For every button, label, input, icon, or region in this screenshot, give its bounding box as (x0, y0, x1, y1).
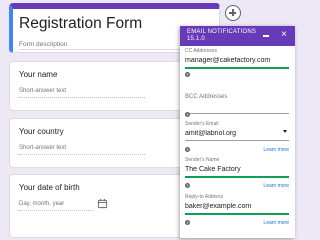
reply-to-input[interactable]: baker@example.com (185, 203, 289, 212)
close-icon[interactable]: × (281, 30, 287, 40)
reply-to-underline (185, 213, 289, 215)
panel-version: 15.1.0 (187, 36, 205, 42)
help-icon[interactable]: ? (185, 72, 190, 77)
cc-addresses-field[interactable]: CC Addresses manager@cakefactory.com (185, 48, 289, 69)
bcc-addresses-field[interactable]: BCC Addresses (185, 94, 289, 114)
question-label: Your country (19, 127, 64, 136)
bcc-addresses-label: BCC Addresses (185, 94, 228, 100)
learn-more-link[interactable]: Learn more (263, 220, 289, 226)
minimize-icon[interactable] (263, 35, 269, 37)
bcc-addresses-underline (185, 113, 289, 114)
help-icon[interactable]: ? (185, 147, 190, 152)
help-icon[interactable]: ? (185, 220, 190, 225)
short-answer-field: Short-answer text (19, 145, 145, 155)
panel-title-name: EMAIL NOTIFICATIONS (187, 29, 257, 35)
sender-name-underline (185, 176, 289, 178)
date-field: Day, month, year (19, 201, 93, 211)
form-title[interactable]: Registration Form (19, 15, 142, 33)
learn-more-link[interactable]: Learn more (263, 147, 289, 153)
question-label: Your name (19, 70, 58, 79)
short-answer-field: Short-answer text (19, 88, 145, 98)
help-icon[interactable]: ? (185, 112, 190, 117)
chevron-down-icon[interactable] (283, 130, 287, 133)
sender-email-underline (185, 140, 289, 141)
help-icon[interactable]: ? (185, 183, 190, 188)
reply-to-field[interactable]: Reply-to Address baker@example.com (185, 194, 289, 215)
email-notifications-panel: EMAIL NOTIFICATIONS 15.1.0 × CC Addresse… (180, 26, 295, 238)
cc-addresses-input[interactable]: manager@cakefactory.com (185, 57, 289, 66)
sender-name-field[interactable]: Sender's Name The Cake Factory (185, 157, 289, 178)
learn-more-link[interactable]: Learn more (263, 183, 289, 189)
question-label: Your date of birth (19, 183, 80, 192)
reply-to-label: Reply-to Address (185, 194, 224, 200)
form-description[interactable]: Form description (19, 41, 67, 48)
cc-addresses-underline (185, 67, 289, 69)
sender-email-field[interactable]: Sender's Email amit@labnol.org (185, 121, 289, 141)
add-question-icon[interactable] (225, 5, 241, 21)
sender-email-label: Sender's Email (185, 121, 219, 127)
sender-email-select[interactable]: amit@labnol.org (185, 130, 289, 139)
panel-header: EMAIL NOTIFICATIONS 15.1.0 × (180, 26, 295, 46)
calendar-icon (97, 198, 108, 209)
cc-addresses-label: CC Addresses (185, 48, 217, 54)
sender-name-input[interactable]: The Cake Factory (185, 166, 289, 175)
panel-title: EMAIL NOTIFICATIONS 15.1.0 (187, 29, 256, 43)
sender-name-label: Sender's Name (185, 157, 220, 163)
bcc-addresses-input[interactable] (185, 103, 289, 112)
